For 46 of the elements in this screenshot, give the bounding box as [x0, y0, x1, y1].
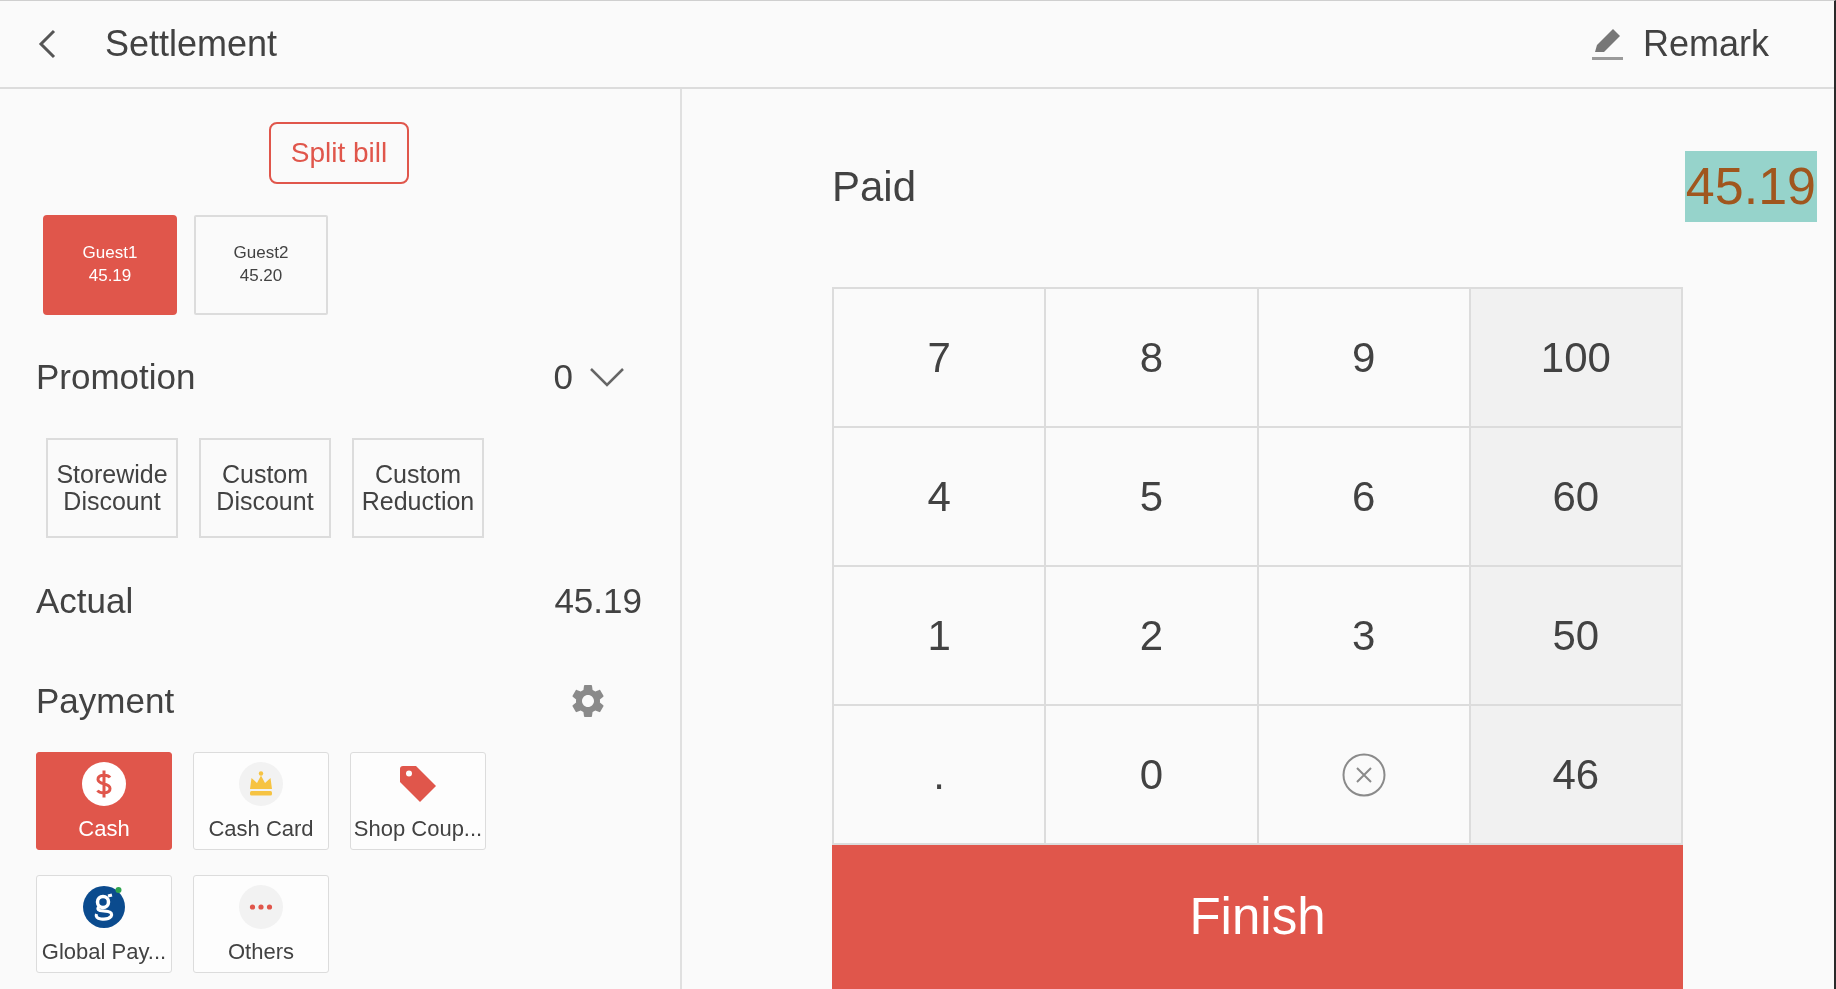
keypad-key[interactable]: 6 — [1258, 428, 1471, 567]
guest-tab[interactable]: Guest1 45.19 — [43, 215, 177, 315]
promotion-dropdown[interactable]: 0 — [553, 350, 625, 404]
payment-method-button[interactable]: Others — [193, 875, 329, 973]
keypad-key[interactable]: 2 — [1046, 567, 1259, 706]
settings-icon — [572, 685, 604, 717]
keypad-key[interactable]: 8 — [1046, 289, 1259, 428]
back-button[interactable] — [38, 29, 56, 59]
crown-icon — [239, 761, 283, 806]
keypad-key[interactable]: 0 — [1046, 706, 1259, 845]
payment-method-button[interactable]: Global Pay... — [36, 875, 172, 973]
payment-method-button[interactable]: Cash — [36, 752, 172, 850]
split-bill-button[interactable]: Split bill — [268, 122, 410, 184]
actual-label: Actual — [36, 579, 134, 622]
actual-amount: 45.19 — [554, 579, 642, 622]
amount-key[interactable]: 100 — [1470, 289, 1683, 428]
more-dots-icon — [239, 884, 283, 929]
payment-method-button[interactable]: Cash Card — [193, 752, 329, 850]
promotion-option-button[interactable]: Custom Reduction — [352, 438, 484, 538]
keypad-key[interactable]: 1 — [834, 567, 1047, 706]
promotion-option-button[interactable]: Custom Discount — [199, 438, 331, 538]
payment-method-button[interactable]: Shop Coup... — [350, 752, 486, 850]
clear-icon — [1341, 752, 1386, 797]
amount-key[interactable]: 46 — [1470, 706, 1683, 845]
keypad-key[interactable]: 5 — [1046, 428, 1259, 567]
chevron-down-icon — [589, 367, 625, 387]
keypad-key[interactable]: . — [834, 706, 1047, 845]
amount-key[interactable]: 50 — [1470, 567, 1683, 706]
settings-button[interactable] — [572, 685, 604, 717]
finish-button[interactable]: Finish — [832, 845, 1683, 989]
amount-key[interactable]: 60 — [1470, 428, 1683, 567]
keypad-key[interactable]: 9 — [1258, 289, 1471, 428]
promotion-label: Promotion — [36, 355, 196, 398]
back-icon — [38, 29, 56, 59]
keypad-key[interactable]: 7 — [834, 289, 1047, 428]
keypad-key[interactable]: 4 — [834, 428, 1047, 567]
paid-amount: 45.19 — [1684, 151, 1817, 222]
dollar-icon — [82, 761, 126, 806]
letter-g-icon — [82, 884, 126, 929]
keypad-key[interactable]: 3 — [1258, 567, 1471, 706]
promotion-option-button[interactable]: Storewide Discount — [46, 438, 178, 538]
guest-tab[interactable]: Guest2 45.20 — [194, 215, 328, 315]
payment-label: Payment — [36, 679, 175, 722]
remark-button[interactable]: Remark — [1588, 17, 1769, 71]
paid-label: Paid — [832, 162, 917, 212]
page-title: Settlement — [105, 22, 278, 66]
